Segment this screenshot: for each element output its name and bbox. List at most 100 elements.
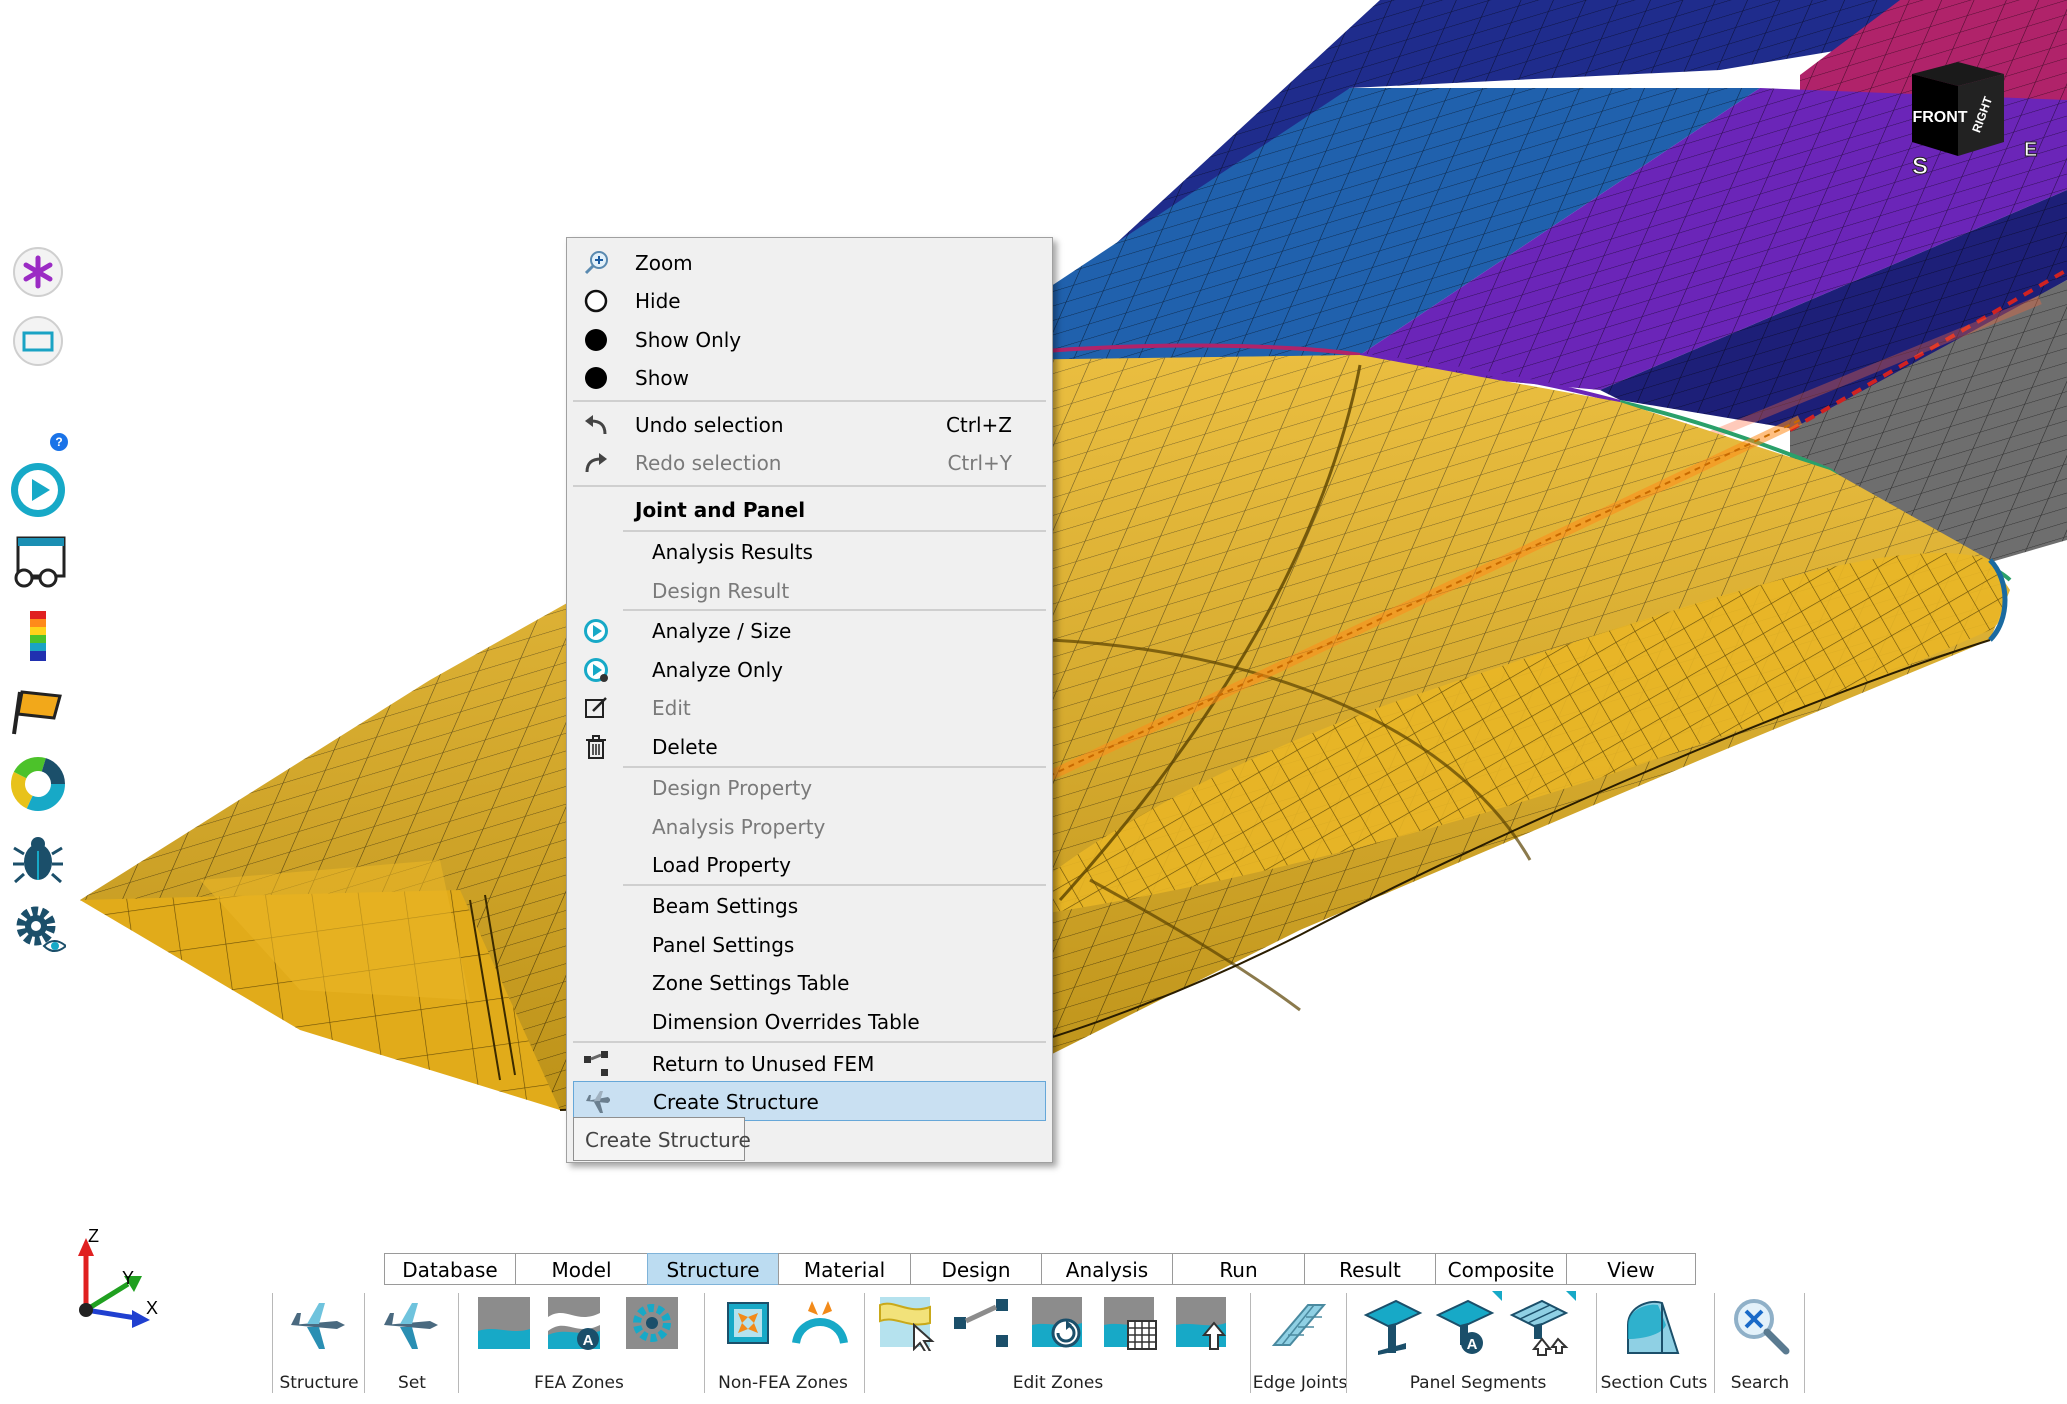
zone-export-icon: [1176, 1297, 1227, 1350]
menu-item-redo-selection[interactable]: Redo selection Ctrl+Y: [573, 443, 1046, 481]
view-cube-front-label[interactable]: FRONT: [1912, 109, 1967, 126]
edit-zone-rotate-button[interactable]: [1030, 1295, 1092, 1357]
play-icon: [583, 618, 609, 644]
gear-zone-icon: [626, 1297, 678, 1349]
menu-item-undo-selection[interactable]: Undo selection Ctrl+Z: [573, 405, 1046, 443]
tab-design[interactable]: Design: [910, 1253, 1042, 1285]
tab-database[interactable]: Database: [384, 1253, 516, 1285]
play-icon: [11, 463, 65, 517]
menu-item-label: Analysis Property: [652, 815, 826, 839]
fea-zone-settings-button[interactable]: [624, 1295, 686, 1357]
edit-icon: [583, 695, 609, 721]
menu-item-create-structure[interactable]: Create Structure: [573, 1081, 1046, 1121]
structure-button[interactable]: [287, 1295, 349, 1357]
panel-segment-auto-button[interactable]: A: [1434, 1291, 1502, 1357]
fea-zone-button[interactable]: [476, 1295, 538, 1357]
menu-item-zoom[interactable]: Zoom: [573, 243, 1046, 281]
curved-panel-icon: [792, 1301, 848, 1345]
tab-run[interactable]: Run: [1172, 1253, 1305, 1285]
edit-zone-table-button[interactable]: [1102, 1295, 1164, 1357]
edit-zone-select-button[interactable]: [878, 1295, 940, 1357]
flag-button[interactable]: [10, 682, 66, 738]
compass-south-label: S: [1912, 153, 1928, 180]
menu-item-hide[interactable]: Hide: [573, 281, 1046, 319]
help-badge[interactable]: ?: [50, 433, 68, 451]
contour-legend-button[interactable]: [10, 609, 66, 665]
viewer-window-button[interactable]: [10, 536, 66, 592]
box-selection-button[interactable]: [10, 313, 66, 369]
menu-section-title: Joint and Panel: [573, 490, 1046, 528]
section-title-label: Joint and Panel: [635, 498, 806, 522]
panel-segment-icon: [1363, 1299, 1423, 1355]
tooltip-text: Create Structure: [585, 1128, 751, 1152]
menu-item-design-property[interactable]: Design Property: [573, 768, 1046, 806]
panel-segment-button[interactable]: [1362, 1295, 1424, 1357]
panel-segment-split-button[interactable]: [1508, 1291, 1576, 1357]
axis-triad: [78, 1238, 150, 1328]
edge-joint-icon: [1271, 1304, 1327, 1346]
menu-item-label: Analysis Results: [652, 540, 813, 564]
tab-analysis[interactable]: Analysis: [1041, 1253, 1173, 1285]
set-button[interactable]: [380, 1295, 442, 1357]
dropdown-corner-icon: [1566, 1291, 1576, 1301]
fea-zone-icon: [478, 1297, 530, 1349]
fea-zone-auto-icon: A: [548, 1297, 600, 1350]
menu-item-zone-settings-table[interactable]: Zone Settings Table: [573, 963, 1046, 1001]
compass-east-label: E: [2024, 139, 2037, 161]
zone-table-icon: [1104, 1297, 1157, 1350]
tab-composite[interactable]: Composite: [1435, 1253, 1567, 1285]
star-selection-button[interactable]: [10, 244, 66, 300]
menu-item-beam-settings[interactable]: Beam Settings: [573, 886, 1046, 924]
view-settings-button[interactable]: [10, 902, 66, 958]
menu-item-label: Hide: [635, 289, 681, 313]
gear-eye-icon: [16, 906, 66, 952]
menu-item-analyze-only[interactable]: Analyze Only: [573, 650, 1046, 688]
menu-item-show[interactable]: Show: [573, 358, 1046, 396]
menu-item-analyze-size[interactable]: Analyze / Size: [573, 611, 1046, 649]
menu-item-analysis-results[interactable]: Analysis Results: [573, 532, 1046, 570]
fea-zone-auto-button[interactable]: A: [546, 1295, 608, 1357]
edit-zone-connect-button[interactable]: [952, 1295, 1014, 1357]
dropdown-corner-icon: [1492, 1291, 1502, 1301]
menu-item-delete[interactable]: Delete: [573, 727, 1046, 765]
context-menu: Zoom Hide Show Only Show Undo selection …: [566, 237, 1053, 1163]
tab-material[interactable]: Material: [778, 1253, 911, 1285]
menu-separator: [573, 485, 1046, 487]
menu-item-return-to-unused-fem[interactable]: Return to Unused FEM: [573, 1044, 1046, 1082]
group-label-section-cuts: Section Cuts: [1600, 1373, 1708, 1393]
menu-item-label: Design Result: [652, 579, 790, 603]
non-fea-zone-button[interactable]: [720, 1295, 782, 1357]
menu-item-label: Delete: [652, 735, 718, 759]
margin-donut-button[interactable]: [10, 756, 66, 812]
menu-item-dimension-overrides-table[interactable]: Dimension Overrides Table: [573, 1002, 1046, 1040]
menu-item-edit[interactable]: Edit: [573, 688, 1046, 726]
menu-item-analysis-property[interactable]: Analysis Property: [573, 807, 1046, 845]
tab-result[interactable]: Result: [1304, 1253, 1436, 1285]
menu-item-load-property[interactable]: Load Property: [573, 845, 1046, 883]
section-cuts-button[interactable]: [1622, 1295, 1684, 1357]
debug-button[interactable]: [10, 830, 66, 886]
redo-arrow-icon: [583, 450, 609, 476]
edge-joints-button[interactable]: [1268, 1295, 1330, 1357]
undo-arrow-icon: [583, 412, 609, 438]
edit-zone-export-button[interactable]: [1174, 1295, 1236, 1357]
axis-y-label: Y: [122, 1268, 135, 1288]
menu-item-label: Show Only: [635, 328, 742, 352]
tab-model[interactable]: Model: [515, 1253, 648, 1285]
filled-circle-icon: [583, 365, 609, 391]
menu-item-design-result[interactable]: Design Result: [573, 571, 1046, 609]
tab-structure[interactable]: Structure: [647, 1253, 779, 1285]
menu-item-show-only[interactable]: Show Only: [573, 320, 1046, 358]
group-label-set: Set: [398, 1373, 426, 1393]
menu-item-panel-settings[interactable]: Panel Settings: [573, 925, 1046, 963]
flag-icon: [12, 690, 62, 735]
search-button[interactable]: [1730, 1295, 1792, 1357]
tab-view[interactable]: View: [1566, 1253, 1696, 1285]
group-label-non-fea-zones: Non-FEA Zones: [718, 1373, 848, 1393]
menu-item-label: Analyze Only: [652, 658, 783, 682]
ribbon-tabs: Database Model Structure Material Design…: [384, 1253, 1696, 1287]
non-fea-curved-zone-button[interactable]: [790, 1295, 852, 1357]
menu-separator: [573, 400, 1046, 402]
axis-z-label: Z: [88, 1226, 99, 1246]
run-button[interactable]: [10, 462, 66, 518]
